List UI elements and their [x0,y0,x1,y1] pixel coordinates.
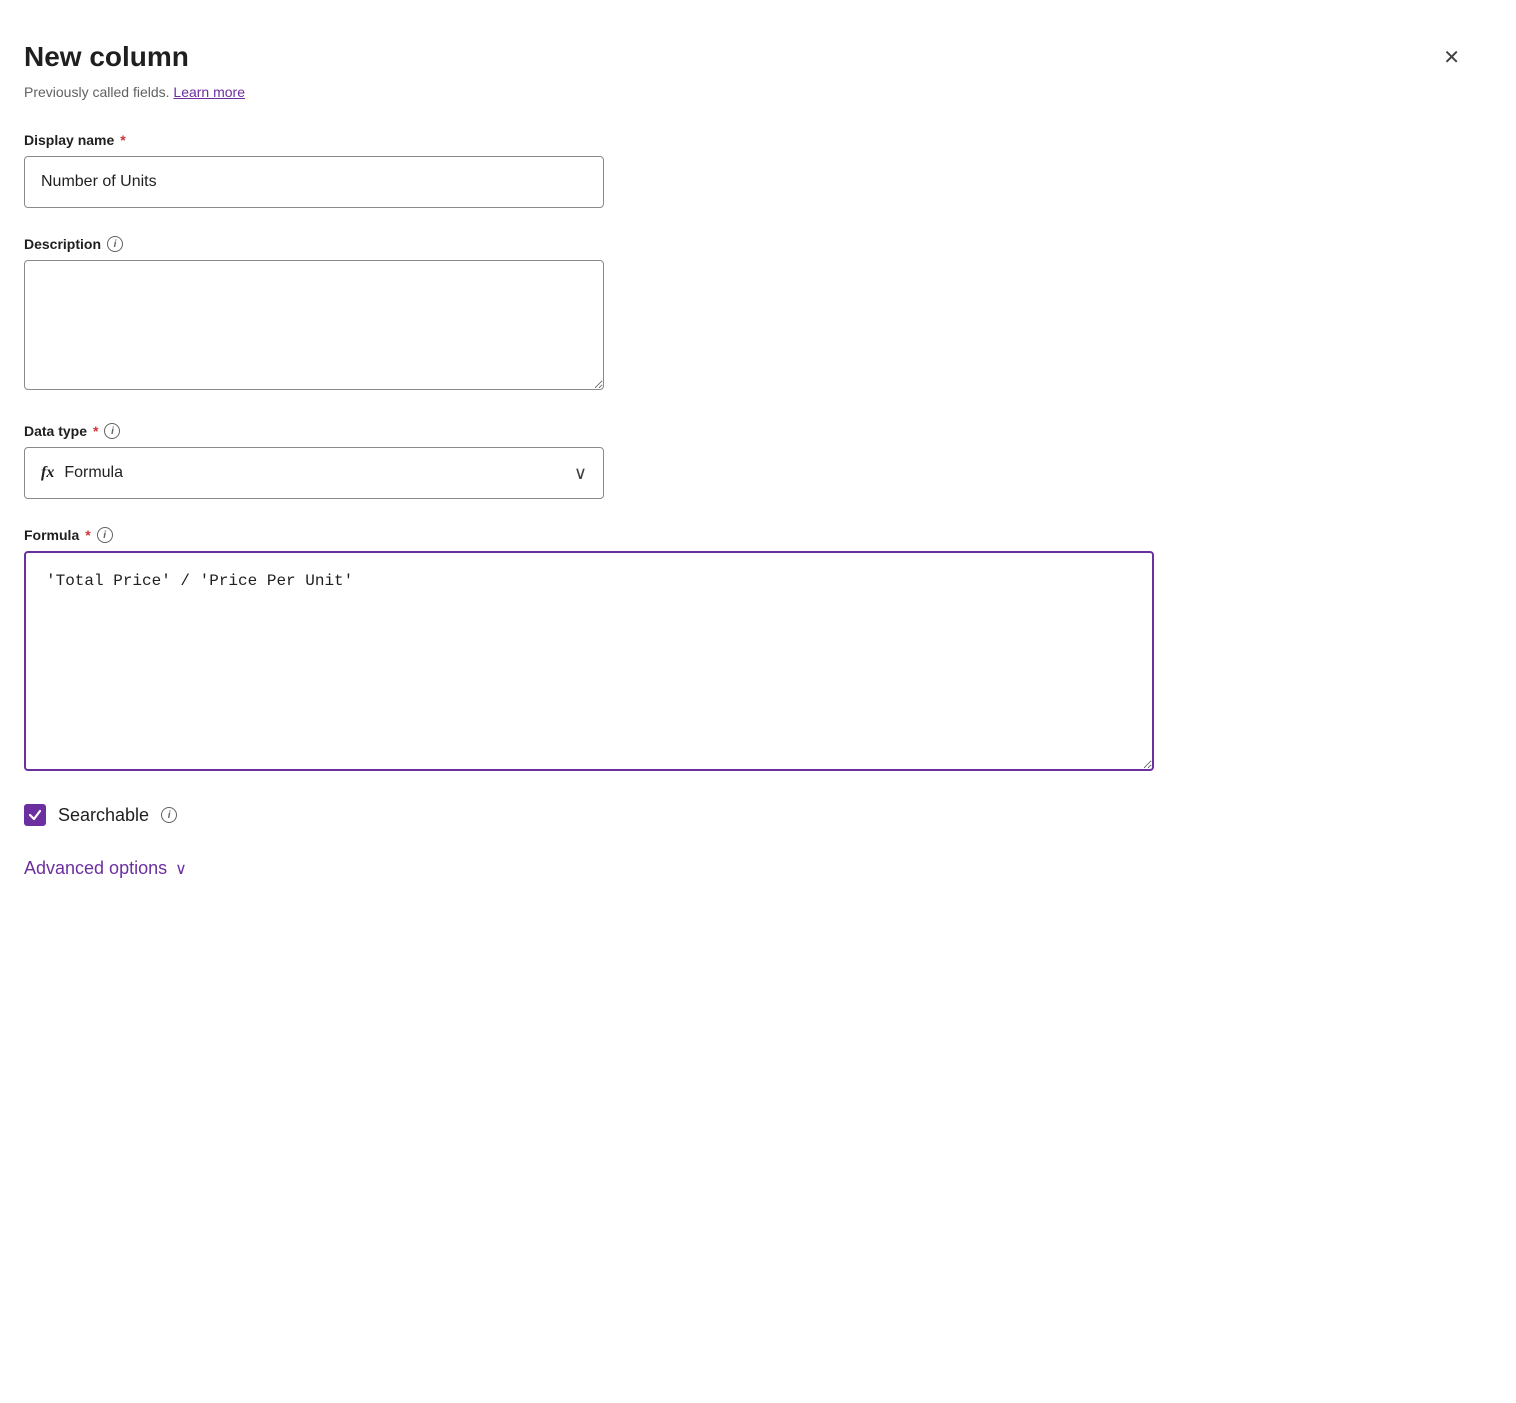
panel-header: New column ✕ [24,40,1468,76]
advanced-options-label: Advanced options [24,858,167,879]
fx-icon: fx [41,464,54,482]
description-group: Description i [24,236,1468,395]
searchable-info-icon[interactable]: i [161,807,177,823]
data-type-label: Data type * i [24,423,1468,439]
description-info-icon[interactable]: i [107,236,123,252]
data-type-chevron-icon: ∨ [574,463,587,484]
searchable-row: Searchable i [24,804,1468,826]
data-type-required-star: * [93,423,98,439]
advanced-options-chevron-icon: ∨ [175,859,187,879]
display-name-input[interactable] [24,156,604,208]
new-column-panel: New column ✕ Previously called fields. L… [0,0,1516,1403]
data-type-group: Data type * i fx Formula ∨ [24,423,1468,499]
formula-required-star: * [85,527,90,543]
panel-title: New column [24,40,189,74]
data-type-info-icon[interactable]: i [104,423,120,439]
checkmark-icon [28,808,42,822]
data-type-select-wrapper: fx Formula ∨ [24,447,604,499]
formula-input[interactable]: 'Total Price' / 'Price Per Unit' [24,551,1154,771]
searchable-label: Searchable [58,805,149,826]
description-input[interactable] [24,260,604,390]
display-name-group: Display name * [24,132,1468,208]
learn-more-link[interactable]: Learn more [173,84,245,100]
formula-label: Formula * i [24,527,1468,543]
formula-info-icon[interactable]: i [97,527,113,543]
description-label: Description i [24,236,1468,252]
close-button[interactable]: ✕ [1435,40,1468,76]
data-type-value: Formula [64,464,123,482]
data-type-select[interactable]: fx Formula ∨ [24,447,604,499]
panel-subtitle: Previously called fields. Learn more [24,84,1468,100]
searchable-checkbox[interactable] [24,804,46,826]
close-icon: ✕ [1443,48,1460,68]
required-star: * [120,132,125,148]
formula-group: Formula * i 'Total Price' / 'Price Per U… [24,527,1468,776]
advanced-options-row[interactable]: Advanced options ∨ [24,858,1468,879]
display-name-label: Display name * [24,132,1468,148]
